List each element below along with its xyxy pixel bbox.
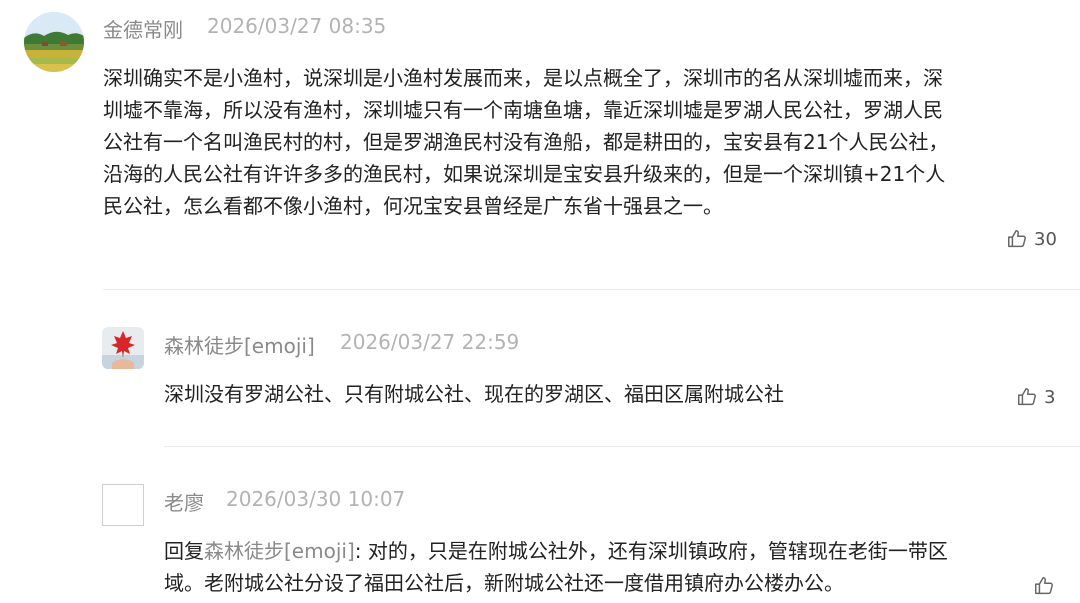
reply-to-user-link[interactable]: 森林徒步[emoji] — [204, 539, 355, 563]
comment-username[interactable]: 森林徒步[emoji] — [164, 330, 315, 359]
like-button[interactable] — [1033, 575, 1061, 597]
maple-leaf-avatar-icon[interactable] — [102, 327, 144, 369]
divider — [164, 446, 1080, 447]
thumbs-up-icon — [1006, 228, 1028, 250]
like-count: 30 — [1034, 228, 1057, 250]
like-button[interactable]: 3 — [1016, 386, 1055, 408]
comment-text: 回复森林徒步[emoji]: 对的，只是在附城公社外，还有深圳镇政府，管辖现在老… — [164, 535, 974, 599]
comment-username[interactable]: 老廖 — [164, 487, 204, 516]
reply-prefix: 回复 — [164, 539, 204, 563]
like-count: 3 — [1044, 386, 1056, 408]
comment-username[interactable]: 金德常刚 — [103, 14, 183, 43]
blank-avatar-icon[interactable] — [102, 484, 144, 526]
thumbs-up-icon — [1016, 386, 1038, 408]
comment-text: 深圳确实不是小渔村，说深圳是小渔村发展而来，是以点概全了，深圳市的名从深圳墟而来… — [103, 66, 949, 218]
landscape-avatar-icon[interactable] — [24, 12, 84, 72]
comment-text: 深圳没有罗湖公社、只有附城公社、现在的罗湖区、福田区属附城公社 — [164, 382, 784, 406]
like-button[interactable]: 30 — [1006, 228, 1057, 250]
comment-timestamp: 2026/03/27 22:59 — [340, 330, 520, 354]
divider — [103, 289, 1080, 290]
thumbs-up-icon — [1033, 575, 1055, 597]
comment-timestamp: 2026/03/30 10:07 — [226, 487, 406, 511]
comment-timestamp: 2026/03/27 08:35 — [207, 14, 387, 38]
